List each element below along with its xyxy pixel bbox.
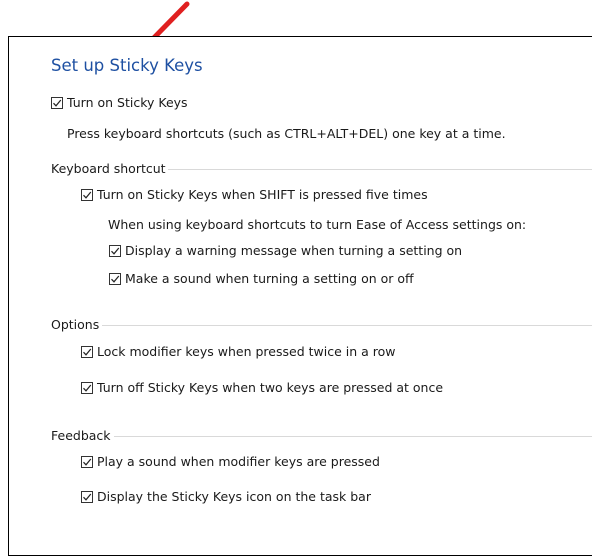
lock-modifier-keys-label[interactable]: Lock modifier keys when pressed twice in… bbox=[97, 344, 395, 359]
shift-five-times-checkbox[interactable] bbox=[81, 189, 93, 201]
page-title: Set up Sticky Keys bbox=[51, 56, 203, 75]
checkmark-icon bbox=[83, 191, 92, 199]
turn-off-two-keys-label[interactable]: Turn off Sticky Keys when two keys are p… bbox=[97, 380, 443, 395]
feedback-heading: Feedback bbox=[51, 428, 111, 443]
checkmark-icon bbox=[111, 247, 120, 255]
turn-off-two-keys-checkbox[interactable] bbox=[81, 382, 93, 394]
sticky-keys-description: Press keyboard shortcuts (such as CTRL+A… bbox=[67, 126, 506, 141]
shift-five-times-label[interactable]: Turn on Sticky Keys when SHIFT is presse… bbox=[97, 187, 428, 202]
make-sound-label[interactable]: Make a sound when turning a setting on o… bbox=[125, 271, 414, 286]
taskbar-icon-label[interactable]: Display the Sticky Keys icon on the task… bbox=[97, 489, 371, 504]
lock-modifier-keys-checkbox[interactable] bbox=[81, 346, 93, 358]
display-warning-label[interactable]: Display a warning message when turning a… bbox=[125, 243, 462, 258]
keyboard-shortcut-divider bbox=[168, 169, 592, 170]
checkmark-icon bbox=[53, 99, 62, 107]
feedback-divider bbox=[114, 436, 592, 437]
turn-on-sticky-keys-checkbox[interactable] bbox=[51, 97, 63, 109]
turn-on-sticky-keys-label[interactable]: Turn on Sticky Keys bbox=[67, 95, 188, 110]
checkmark-icon bbox=[83, 384, 92, 392]
taskbar-icon-checkbox[interactable] bbox=[81, 491, 93, 503]
options-divider bbox=[102, 325, 592, 326]
ease-of-access-info: When using keyboard shortcuts to turn Ea… bbox=[108, 217, 527, 232]
checkmark-icon bbox=[83, 458, 92, 466]
options-heading: Options bbox=[51, 317, 100, 332]
checkmark-icon bbox=[83, 493, 92, 501]
keyboard-shortcut-heading: Keyboard shortcut bbox=[51, 161, 166, 176]
display-warning-checkbox[interactable] bbox=[109, 245, 121, 257]
sticky-keys-panel bbox=[8, 36, 592, 556]
make-sound-checkbox[interactable] bbox=[109, 273, 121, 285]
play-sound-label[interactable]: Play a sound when modifier keys are pres… bbox=[97, 454, 380, 469]
play-sound-checkbox[interactable] bbox=[81, 456, 93, 468]
checkmark-icon bbox=[83, 348, 92, 356]
checkmark-icon bbox=[111, 275, 120, 283]
